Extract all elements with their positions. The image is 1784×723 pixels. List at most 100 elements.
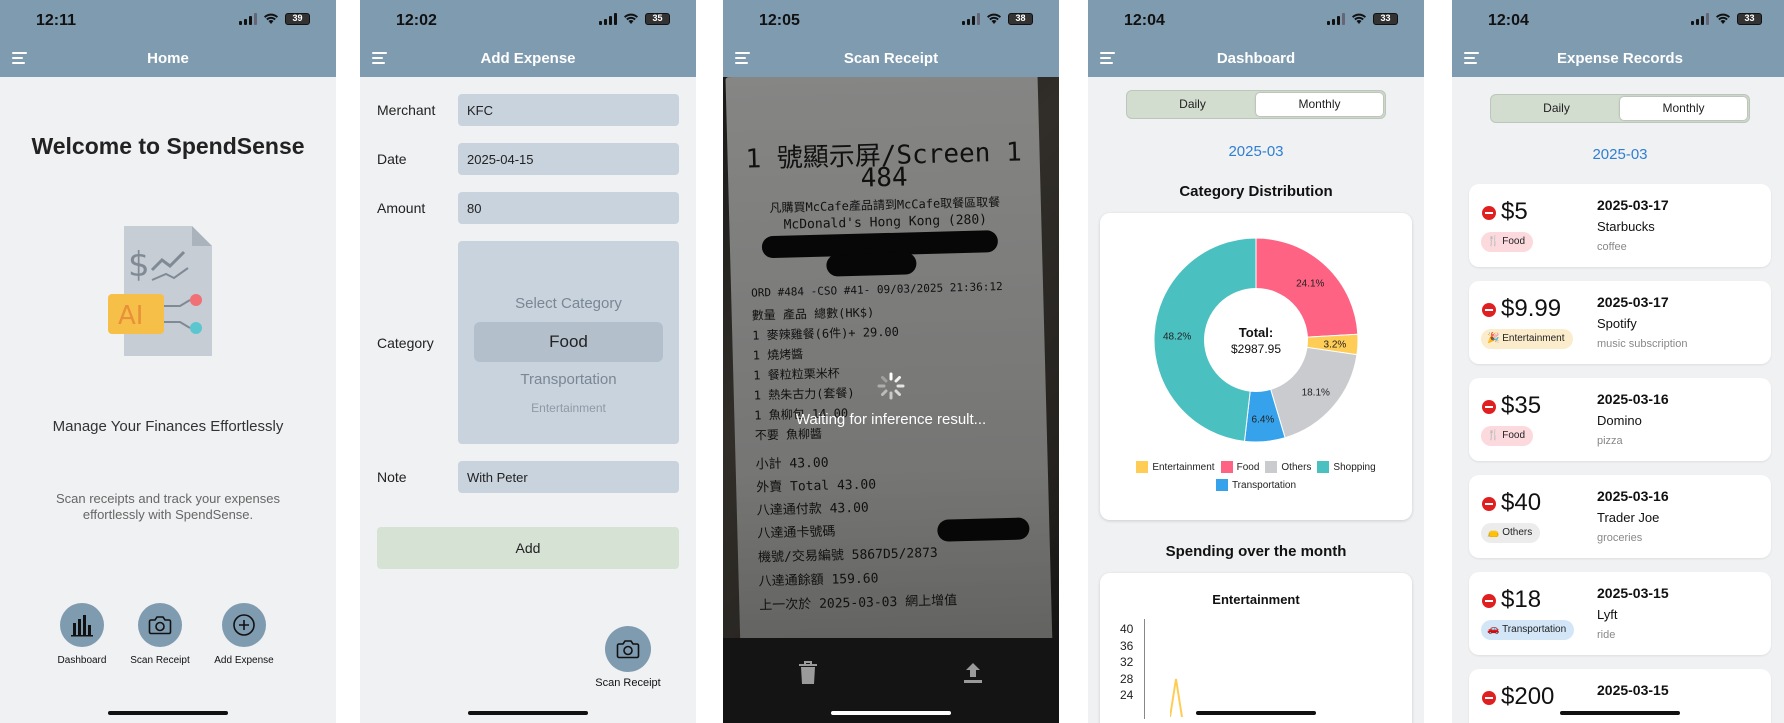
picker-option[interactable]: Entertainment [458, 401, 679, 415]
category-distribution-title: Category Distribution [1179, 183, 1333, 200]
category-badge: 👝 Others [1481, 523, 1541, 543]
legend-swatch [1136, 461, 1149, 473]
expense-records-screen: 12:04 33 Expense Records Daily Monthly 2… [1452, 0, 1784, 723]
ai-finance-illustration: $ AI [108, 226, 212, 356]
expense-record[interactable]: $40 👝 Others 2025-03-16 Trader Joe groce… [1469, 475, 1771, 558]
waiting-message: Waiting for inference result... [795, 411, 987, 428]
expense-record[interactable]: $9.99 🎉 Entertainment 2025-03-17 Spotify… [1469, 281, 1771, 364]
add-expense-shortcut[interactable]: Add Expense [204, 603, 284, 666]
pie-data-label: 48.2% [1163, 332, 1191, 343]
status-time: 12:11 [36, 12, 77, 29]
picker-option[interactable]: Transportation [458, 371, 679, 388]
tagline: Manage Your Finances Effortlessly [52, 418, 284, 435]
status-time: 12:04 [1124, 12, 1165, 29]
segment-daily[interactable]: Daily [1493, 97, 1620, 120]
y-tick: 36 [1120, 638, 1134, 653]
scan-receipt-screen: 12:05 38 Scan Receipt 1 號顯示屏/Screen 1 48… [723, 0, 1059, 723]
bar-chart-icon [71, 615, 93, 637]
line-chart-title: Entertainment [1212, 592, 1300, 607]
home-indicator [831, 711, 951, 715]
selected-month[interactable]: 2025-03 [1088, 143, 1424, 160]
status-bar: 12:11 39 [0, 0, 336, 40]
signal-icon [962, 13, 980, 25]
legend-item[interactable]: Shopping [1317, 461, 1376, 473]
selected-month[interactable]: 2025-03 [1452, 146, 1784, 163]
pouch-icon: 👝 [1487, 527, 1503, 538]
nav-bar: Expense Records [1452, 40, 1784, 77]
status-bar: 12:04 33 [1452, 0, 1784, 40]
date-label: Date [377, 151, 407, 167]
signal-icon [599, 13, 617, 25]
wifi-icon [987, 13, 1001, 24]
record-note: pizza [1597, 435, 1623, 447]
legend-item[interactable]: Entertainment [1136, 461, 1215, 473]
svg-text:$: $ [128, 245, 150, 285]
scan-receipt-fab-label: Scan Receipt [595, 677, 661, 689]
category-badge: 🍴 Food [1481, 426, 1534, 446]
legend-swatch [1265, 461, 1278, 473]
picker-selected-option[interactable]: Food [458, 332, 679, 352]
note-label: Note [377, 469, 407, 485]
delete-icon[interactable] [1482, 594, 1496, 608]
category-chart-card: 24.1% 3.2% 18.1% 6.4% 48.2% Total: $2987.95 … [1100, 213, 1412, 520]
amount-input[interactable]: 80 [458, 192, 679, 224]
record-amount: $18 [1501, 586, 1542, 613]
y-tick: 24 [1120, 688, 1134, 702]
expense-record[interactable]: $5 🍴 Food 2025-03-17 Starbucks coffee [1469, 184, 1771, 267]
category-picker[interactable]: Select Category Food Transportation Ente… [458, 241, 679, 444]
record-merchant: Starbucks [1597, 219, 1655, 234]
record-date: 2025-03-17 [1597, 294, 1669, 310]
home-indicator [1560, 711, 1680, 715]
scan-receipt-shortcut[interactable]: Scan Receipt [120, 603, 200, 666]
category-label: Category [377, 335, 434, 351]
legend-swatch [1215, 479, 1228, 491]
pie-data-label: 3.2% [1324, 339, 1347, 350]
delete-icon[interactable] [1482, 691, 1496, 705]
delete-icon[interactable] [1482, 497, 1496, 511]
wifi-icon [1716, 13, 1730, 24]
segment-monthly[interactable]: Monthly [1256, 93, 1383, 116]
period-segmented-control: Daily Monthly [1490, 94, 1750, 123]
legend-label: Transportation [1231, 479, 1297, 491]
legend-item[interactable]: Transportation [1215, 479, 1297, 491]
signal-icon [1691, 13, 1709, 25]
merchant-input[interactable]: KFC [458, 94, 679, 126]
delete-icon[interactable] [1482, 303, 1496, 317]
merchant-label: Merchant [377, 102, 436, 118]
add-button[interactable]: Add [377, 527, 679, 569]
fork-knife-icon: 🍴 [1487, 236, 1503, 247]
record-merchant: Domino [1597, 413, 1642, 428]
record-date: 2025-03-17 [1597, 197, 1669, 213]
expense-record[interactable]: $18 🚗 Transportation 2025-03-15 Lyft rid… [1469, 572, 1771, 655]
status-time: 12:04 [1488, 12, 1529, 29]
record-amount: $40 [1501, 489, 1542, 516]
home-indicator [1196, 711, 1316, 715]
record-amount: $5 [1501, 198, 1528, 225]
delete-icon[interactable] [1482, 400, 1496, 414]
segment-daily[interactable]: Daily [1129, 93, 1256, 116]
record-date: 2025-03-15 [1597, 585, 1669, 601]
delete-icon[interactable] [1482, 206, 1496, 220]
upload-icon[interactable] [962, 660, 984, 686]
trash-icon[interactable] [797, 660, 819, 686]
segment-monthly[interactable]: Monthly [1620, 97, 1747, 120]
note-input[interactable]: With Peter [458, 461, 679, 493]
picker-option[interactable]: Select Category [458, 295, 679, 312]
legend-item[interactable]: Food [1220, 461, 1259, 473]
amount-label: Amount [377, 200, 426, 216]
record-merchant: Trader Joe [1597, 510, 1660, 525]
scan-receipt-fab[interactable] [605, 626, 651, 672]
wifi-icon [624, 13, 638, 24]
pie-total-label: Total: [1239, 325, 1273, 340]
loading-overlay [723, 77, 1059, 638]
party-icon: 🎉 [1487, 333, 1503, 344]
date-input[interactable]: 2025-04-15 [458, 143, 679, 175]
pie-data-label: 6.4% [1252, 415, 1275, 426]
legend-item[interactable]: Others [1265, 461, 1311, 473]
expense-record[interactable]: $35 🍴 Food 2025-03-16 Domino pizza [1469, 378, 1771, 461]
dashboard-shortcut[interactable]: Dashboard [42, 603, 122, 666]
pie-data-label: 24.1% [1296, 279, 1324, 290]
home-indicator [468, 711, 588, 715]
category-badge: 🚗 Transportation [1481, 620, 1575, 640]
nav-title: Expense Records [1557, 50, 1683, 67]
